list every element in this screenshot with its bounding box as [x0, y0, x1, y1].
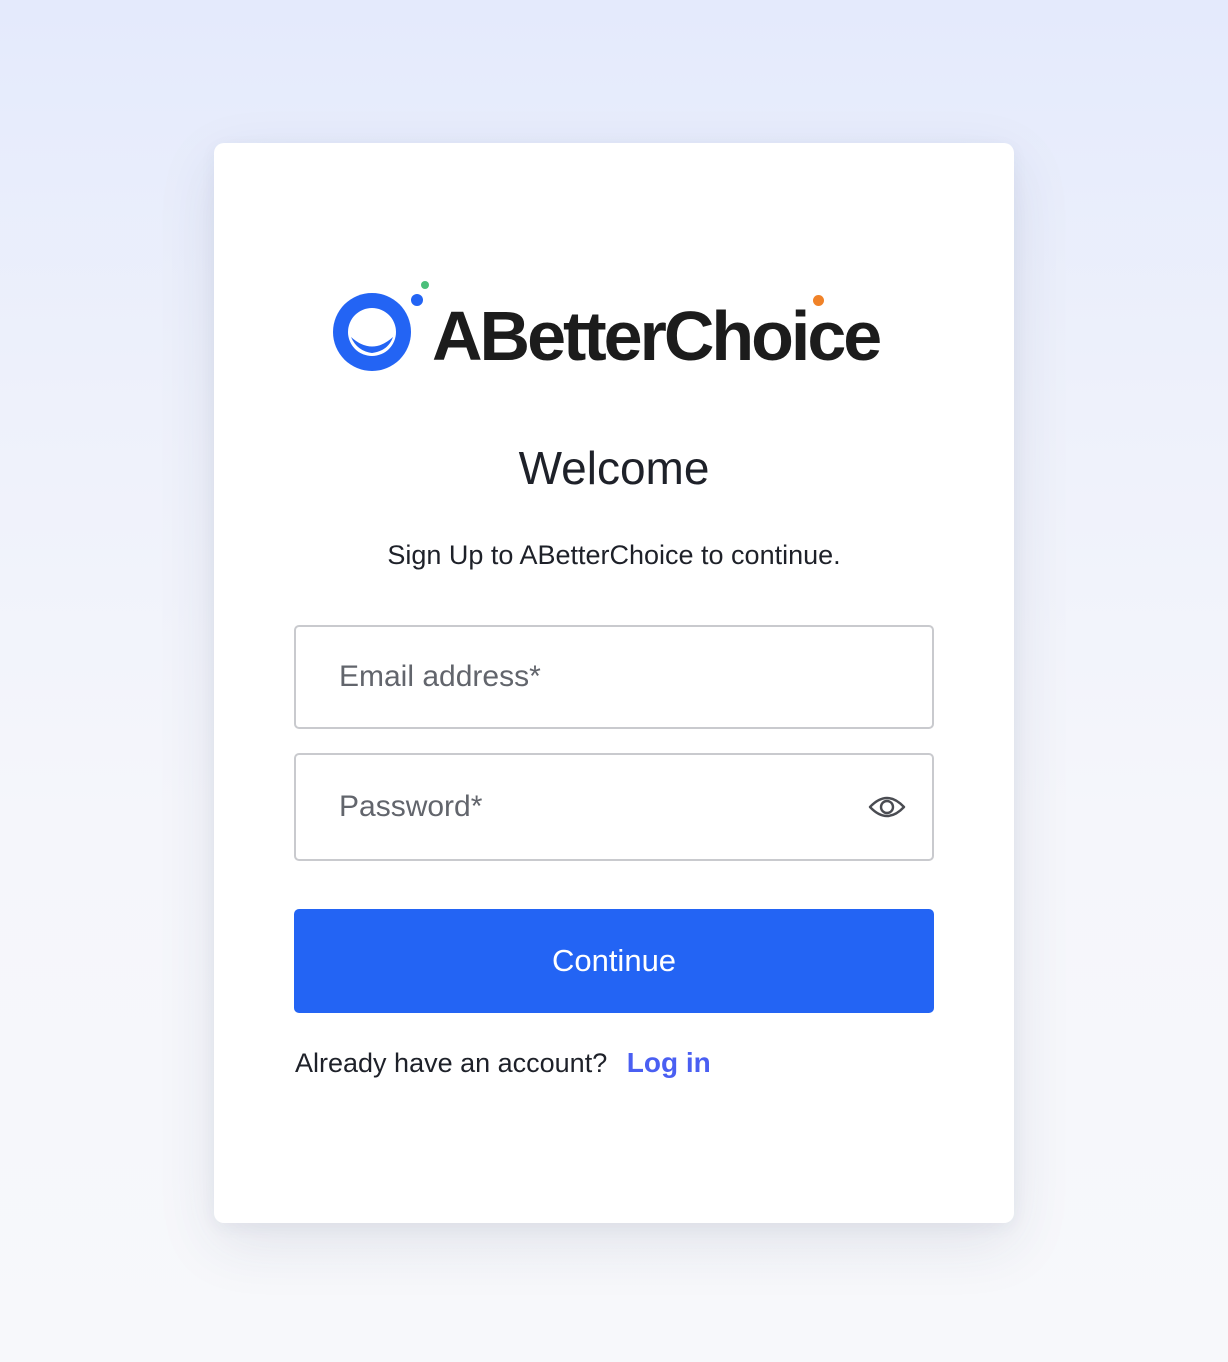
continue-button[interactable]: Continue: [294, 909, 934, 1013]
email-field-container: [294, 625, 934, 729]
email-input[interactable]: [296, 627, 932, 727]
brand-wordmark: ABetterChoice: [432, 295, 882, 375]
page-subtitle: Sign Up to ABetterChoice to continue.: [387, 540, 841, 570]
eye-icon[interactable]: [868, 792, 906, 822]
login-prompt-text: Already have an account?: [295, 1048, 608, 1078]
page-title: Welcome: [518, 442, 710, 494]
login-link[interactable]: Log in: [627, 1047, 711, 1078]
brand-logo: ABetterChoice: [326, 279, 906, 379]
password-input[interactable]: [296, 755, 932, 859]
login-prompt: Already have an account? Log in: [295, 1047, 711, 1079]
password-field-container: [294, 753, 934, 861]
abetterchoice-logo-icon: [333, 281, 429, 371]
signup-card: ABetterChoice Welcome Sign Up to ABetter…: [214, 143, 1014, 1223]
wordmark-dot: [813, 295, 824, 306]
